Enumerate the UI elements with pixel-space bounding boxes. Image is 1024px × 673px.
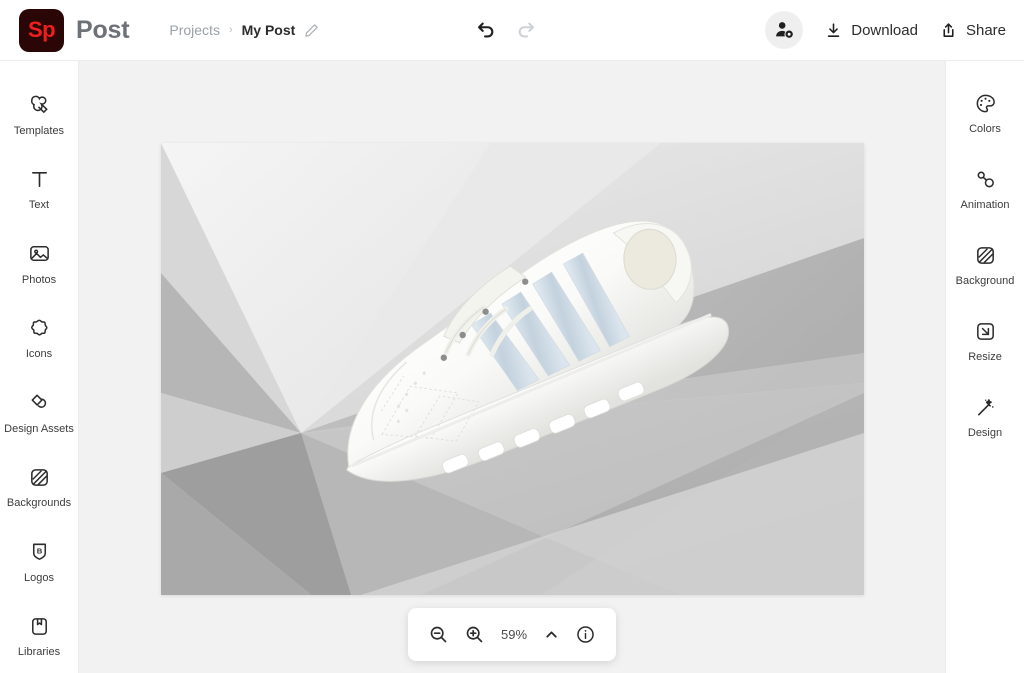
zoom-toolbar: 59%: [408, 608, 616, 661]
redo-arrow-icon[interactable]: [516, 19, 538, 41]
sidebar-item-text[interactable]: Text: [0, 152, 79, 227]
zoom-out-icon[interactable]: [428, 624, 449, 645]
user-settings-icon[interactable]: [765, 11, 804, 49]
backgrounds-icon: [28, 464, 51, 490]
spark-post-editor: Sp Post Projects › My Post Download Shar…: [0, 0, 1024, 673]
icons-icon: [28, 315, 51, 341]
spark-logo-text: Sp: [27, 17, 56, 42]
sidebar-item-logos[interactable]: B Logos: [0, 524, 79, 599]
sidebar-label: Background: [955, 275, 1015, 288]
undo-arrow-icon[interactable]: [474, 19, 496, 41]
sidebar-item-design[interactable]: Design: [946, 379, 1024, 455]
zoom-level-value[interactable]: 59%: [501, 627, 527, 642]
breadcrumb-projects-link[interactable]: Projects: [169, 22, 220, 38]
sidebar-item-colors[interactable]: Colors: [946, 75, 1024, 151]
brand[interactable]: Sp Post: [19, 8, 130, 52]
sidebar-item-resize[interactable]: Resize: [946, 303, 1024, 379]
app-header: Sp Post Projects › My Post Download Shar…: [0, 0, 1024, 61]
sidebar-label: Backgrounds: [6, 497, 72, 510]
sidebar-label: Text: [28, 199, 50, 212]
app-name: Post: [76, 15, 130, 44]
sidebar-label: Libraries: [17, 646, 61, 659]
sidebar-label: Logos: [24, 571, 54, 584]
templates-icon: [28, 92, 51, 118]
sidebar-item-templates[interactable]: Templates: [0, 77, 79, 152]
share-icon: [940, 22, 957, 39]
background-icon: [974, 242, 997, 268]
info-icon[interactable]: [575, 624, 596, 645]
photos-icon: [28, 241, 51, 267]
resize-icon: [974, 318, 997, 344]
design-canvas[interactable]: [161, 143, 864, 595]
svg-text:B: B: [36, 547, 42, 556]
breadcrumb-separator: ›: [228, 24, 233, 36]
sidebar-label: Photos: [21, 273, 57, 286]
pencil-icon[interactable]: [304, 23, 319, 38]
canvas-artwork: [161, 143, 864, 595]
animation-icon: [974, 166, 997, 192]
right-sidebar: Colors Animation Background Resize Desig…: [945, 61, 1024, 673]
header-actions: Download Share: [765, 11, 1006, 49]
sidebar-label: Design Assets: [4, 422, 74, 435]
magic-wand-icon: [974, 394, 997, 420]
zoom-in-icon[interactable]: [464, 624, 485, 645]
sidebar-item-libraries[interactable]: Libraries: [0, 599, 79, 673]
sidebar-label: Templates: [13, 124, 65, 137]
download-icon: [825, 22, 842, 39]
libraries-icon: [28, 613, 51, 639]
sidebar-label: Animation: [960, 199, 1010, 212]
breadcrumb: Projects › My Post: [169, 22, 319, 38]
design-assets-icon: [28, 390, 51, 416]
text-icon: [28, 166, 51, 192]
workspace: 59%: [79, 61, 945, 673]
sidebar-item-icons[interactable]: Icons: [0, 301, 79, 376]
breadcrumb-current-project[interactable]: My Post: [242, 22, 296, 38]
sidebar-label: Resize: [968, 351, 1002, 364]
sidebar-item-background[interactable]: Background: [946, 227, 1024, 303]
left-sidebar: Templates Text Photos Icons Design Asset…: [0, 61, 79, 673]
sidebar-label: Design: [967, 427, 1003, 440]
sidebar-item-backgrounds[interactable]: Backgrounds: [0, 450, 79, 525]
sidebar-label: Icons: [25, 348, 53, 361]
spark-logo-icon[interactable]: Sp: [19, 8, 64, 52]
sidebar-item-design-assets[interactable]: Design Assets: [0, 375, 79, 450]
share-button[interactable]: Share: [940, 22, 1006, 39]
sidebar-item-photos[interactable]: Photos: [0, 226, 79, 301]
share-label: Share: [965, 21, 1006, 39]
history-controls: [474, 19, 538, 41]
logos-icon: B: [28, 539, 51, 565]
sidebar-label: Colors: [969, 123, 1001, 136]
palette-icon: [974, 90, 997, 116]
sidebar-item-animation[interactable]: Animation: [946, 151, 1024, 227]
chevron-up-icon[interactable]: [543, 626, 560, 643]
download-button[interactable]: Download: [825, 22, 918, 39]
download-label: Download: [851, 21, 918, 39]
